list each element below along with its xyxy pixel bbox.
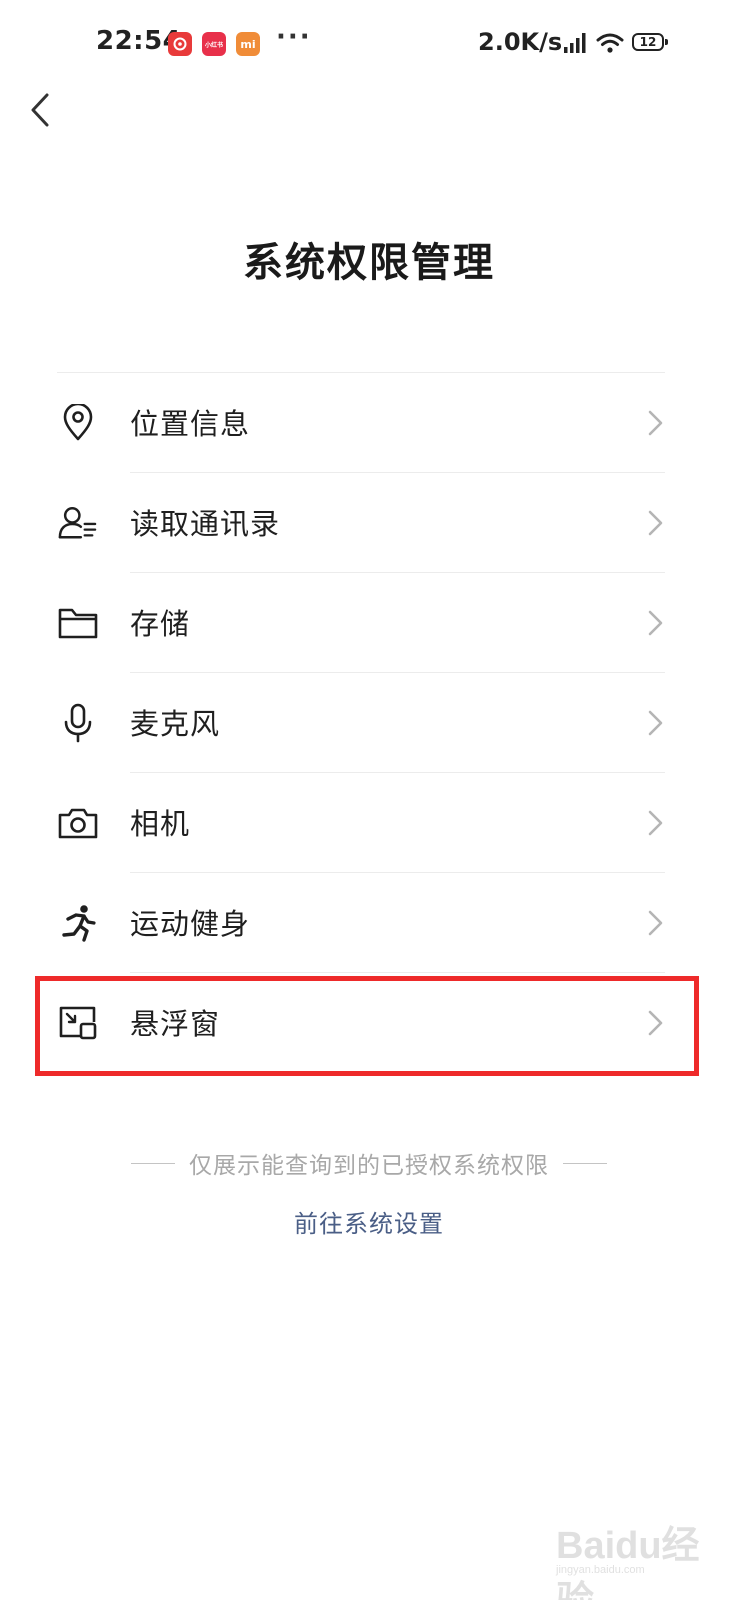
watermark-brand: Baidu经验 bbox=[556, 1525, 700, 1600]
page-title: 系统权限管理 bbox=[243, 240, 495, 286]
permission-list: 位置信息 读取通讯录 存储 麦克风 相机 运动健身 悬浮窗 bbox=[0, 373, 738, 1073]
running-icon bbox=[58, 903, 98, 943]
chevron-left-icon bbox=[31, 93, 49, 127]
xiaohongshu-label: 小红书 bbox=[204, 41, 223, 49]
battery-level: 12 bbox=[639, 35, 657, 49]
contacts-icon bbox=[58, 503, 98, 543]
note-left-line bbox=[131, 1162, 175, 1164]
mi-icon: mi bbox=[236, 32, 260, 56]
permission-label: 悬浮窗 bbox=[130, 1007, 221, 1041]
microphone-icon bbox=[58, 703, 98, 743]
note-right-line bbox=[563, 1162, 607, 1164]
watermark-url: jingyan.baidu.com bbox=[556, 1564, 645, 1576]
permission-label: 读取通讯录 bbox=[130, 507, 281, 541]
location-pin-icon bbox=[58, 403, 98, 443]
xiaohongshu-icon: 小红书 bbox=[202, 32, 226, 56]
permission-item-location[interactable]: 位置信息 bbox=[0, 373, 738, 473]
permission-label: 位置信息 bbox=[130, 407, 251, 441]
permission-item-camera[interactable]: 相机 bbox=[0, 773, 738, 873]
chevron-right-icon bbox=[648, 710, 663, 736]
more-notifications-icon: ··· bbox=[276, 22, 312, 52]
chevron-right-icon bbox=[648, 810, 663, 836]
permission-label: 存储 bbox=[130, 607, 191, 641]
wifi-icon bbox=[596, 33, 624, 53]
baidu-jingyan-watermark: Baidu经验 jingyan.baidu.com bbox=[548, 1510, 718, 1600]
battery-icon: 12 bbox=[632, 33, 668, 51]
chevron-right-icon bbox=[648, 410, 663, 436]
permission-item-floating-window[interactable]: 悬浮窗 bbox=[0, 973, 738, 1073]
back-button[interactable] bbox=[18, 88, 62, 132]
network-speed: 2.0K/s bbox=[478, 28, 563, 56]
permission-item-microphone[interactable]: 麦克风 bbox=[0, 673, 738, 773]
chevron-right-icon bbox=[648, 610, 663, 636]
footer-note: 仅展示能查询到的已授权系统权限 bbox=[0, 1146, 738, 1180]
permission-item-contacts[interactable]: 读取通讯录 bbox=[0, 473, 738, 573]
netease-music-icon bbox=[168, 32, 192, 56]
chevron-right-icon bbox=[648, 510, 663, 536]
camera-icon bbox=[58, 803, 98, 843]
footer-note-text: 仅展示能查询到的已授权系统权限 bbox=[189, 1153, 549, 1179]
permission-item-storage[interactable]: 存储 bbox=[0, 573, 738, 673]
status-bar: 22:54 小红书 mi ··· 2.0K/s 12 bbox=[0, 0, 738, 88]
folder-icon bbox=[58, 603, 98, 643]
signal-icon bbox=[564, 33, 586, 53]
mi-label: mi bbox=[240, 37, 256, 51]
permission-label: 相机 bbox=[130, 807, 191, 841]
chevron-right-icon bbox=[648, 1010, 663, 1036]
chevron-right-icon bbox=[648, 910, 663, 936]
permission-label: 运动健身 bbox=[130, 907, 251, 941]
permission-item-fitness[interactable]: 运动健身 bbox=[0, 873, 738, 973]
permission-label: 麦克风 bbox=[130, 707, 221, 741]
go-to-system-settings-link[interactable]: 前往系统设置 bbox=[0, 1204, 738, 1239]
floating-window-icon bbox=[58, 1003, 98, 1043]
